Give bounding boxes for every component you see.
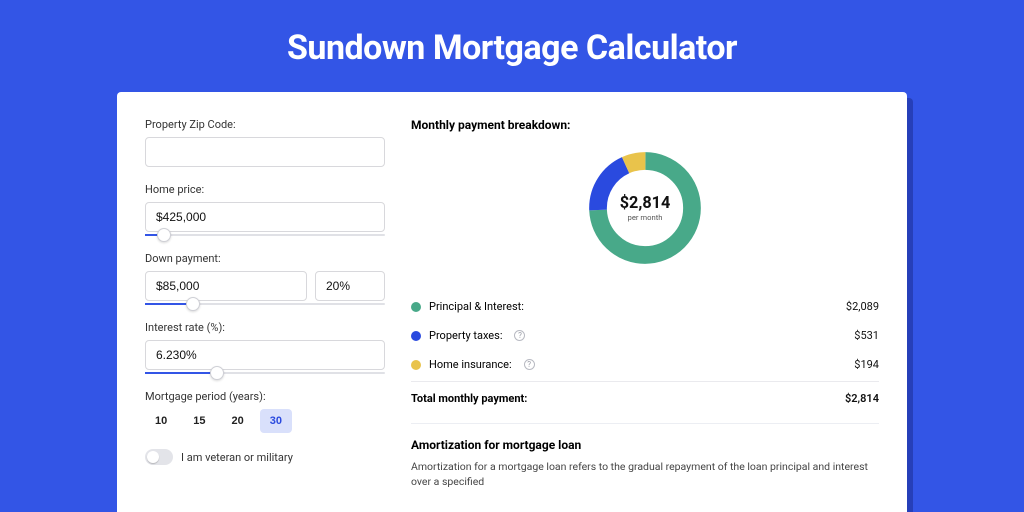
form-panel: Property Zip Code: Home price: Down paym… bbox=[145, 118, 385, 512]
breakdown-panel: Monthly payment breakdown: $2,814 per mo… bbox=[411, 118, 879, 512]
home-price-label: Home price: bbox=[145, 183, 385, 196]
legend-total-row: Total monthly payment: $2,814 bbox=[411, 381, 879, 413]
zip-input[interactable] bbox=[145, 137, 385, 167]
interest-rate-slider[interactable] bbox=[145, 372, 385, 374]
veteran-label: I am veteran or military bbox=[181, 451, 293, 464]
mortgage-period-options: 1015 2030 bbox=[145, 409, 385, 433]
legend-label: Property taxes: bbox=[429, 329, 502, 342]
legend-value: $531 bbox=[854, 329, 879, 342]
amortization-section: Amortization for mortgage loan Amortizat… bbox=[411, 423, 879, 489]
legend-row: Principal & Interest: $2,089 bbox=[411, 292, 879, 321]
calculator-card: Property Zip Code: Home price: Down paym… bbox=[117, 92, 907, 512]
interest-rate-slider-thumb[interactable] bbox=[210, 366, 224, 380]
period-option-10[interactable]: 10 bbox=[145, 409, 177, 433]
interest-rate-field: Interest rate (%): bbox=[145, 321, 385, 374]
home-price-slider[interactable] bbox=[145, 234, 385, 236]
info-icon[interactable]: ? bbox=[514, 330, 525, 341]
legend-label: Home insurance: bbox=[429, 358, 512, 371]
legend-label: Principal & Interest: bbox=[429, 300, 524, 313]
interest-rate-slider-fill bbox=[145, 372, 217, 374]
page-title: Sundown Mortgage Calculator bbox=[0, 0, 1024, 92]
down-payment-label: Down payment: bbox=[145, 252, 385, 265]
home-price-slider-thumb[interactable] bbox=[157, 228, 171, 242]
zip-field: Property Zip Code: bbox=[145, 118, 385, 167]
legend-value: $194 bbox=[854, 358, 879, 371]
donut-chart-wrap: $2,814 per month bbox=[411, 138, 879, 288]
mortgage-period-field: Mortgage period (years): 1015 2030 bbox=[145, 390, 385, 433]
veteran-toggle-knob bbox=[147, 451, 159, 463]
down-payment-amount-input[interactable] bbox=[145, 271, 307, 301]
breakdown-legend: Principal & Interest: $2,089 Property taxe… bbox=[411, 292, 879, 413]
breakdown-title: Monthly payment breakdown: bbox=[411, 118, 879, 132]
period-option-20[interactable]: 20 bbox=[222, 409, 254, 433]
zip-label: Property Zip Code: bbox=[145, 118, 385, 131]
donut-center-amount: $2,814 bbox=[620, 193, 671, 212]
amortization-text: Amortization for a mortgage loan refers … bbox=[411, 460, 879, 489]
down-payment-percent-input[interactable] bbox=[315, 271, 385, 301]
period-option-15[interactable]: 15 bbox=[183, 409, 215, 433]
info-icon[interactable]: ? bbox=[524, 359, 535, 370]
down-payment-slider[interactable] bbox=[145, 303, 385, 305]
down-payment-slider-thumb[interactable] bbox=[186, 297, 200, 311]
interest-rate-input[interactable] bbox=[145, 340, 385, 370]
legend-swatch bbox=[411, 360, 421, 370]
donut-center-sub: per month bbox=[628, 213, 663, 222]
legend-total-value: $2,814 bbox=[845, 392, 879, 405]
legend-row: Home insurance:? $194 bbox=[411, 350, 879, 379]
donut-chart: $2,814 per month bbox=[583, 146, 707, 270]
legend-swatch bbox=[411, 302, 421, 312]
home-price-input[interactable] bbox=[145, 202, 385, 232]
home-price-field: Home price: bbox=[145, 183, 385, 236]
amortization-title: Amortization for mortgage loan bbox=[411, 438, 879, 452]
mortgage-period-label: Mortgage period (years): bbox=[145, 390, 385, 403]
veteran-toggle[interactable] bbox=[145, 449, 173, 465]
period-option-30[interactable]: 30 bbox=[260, 409, 292, 433]
legend-value: $2,089 bbox=[846, 300, 879, 313]
interest-rate-label: Interest rate (%): bbox=[145, 321, 385, 334]
legend-total-label: Total monthly payment: bbox=[411, 392, 527, 405]
down-payment-field: Down payment: bbox=[145, 252, 385, 305]
legend-row: Property taxes:? $531 bbox=[411, 321, 879, 350]
legend-swatch bbox=[411, 331, 421, 341]
veteran-row: I am veteran or military bbox=[145, 449, 385, 465]
